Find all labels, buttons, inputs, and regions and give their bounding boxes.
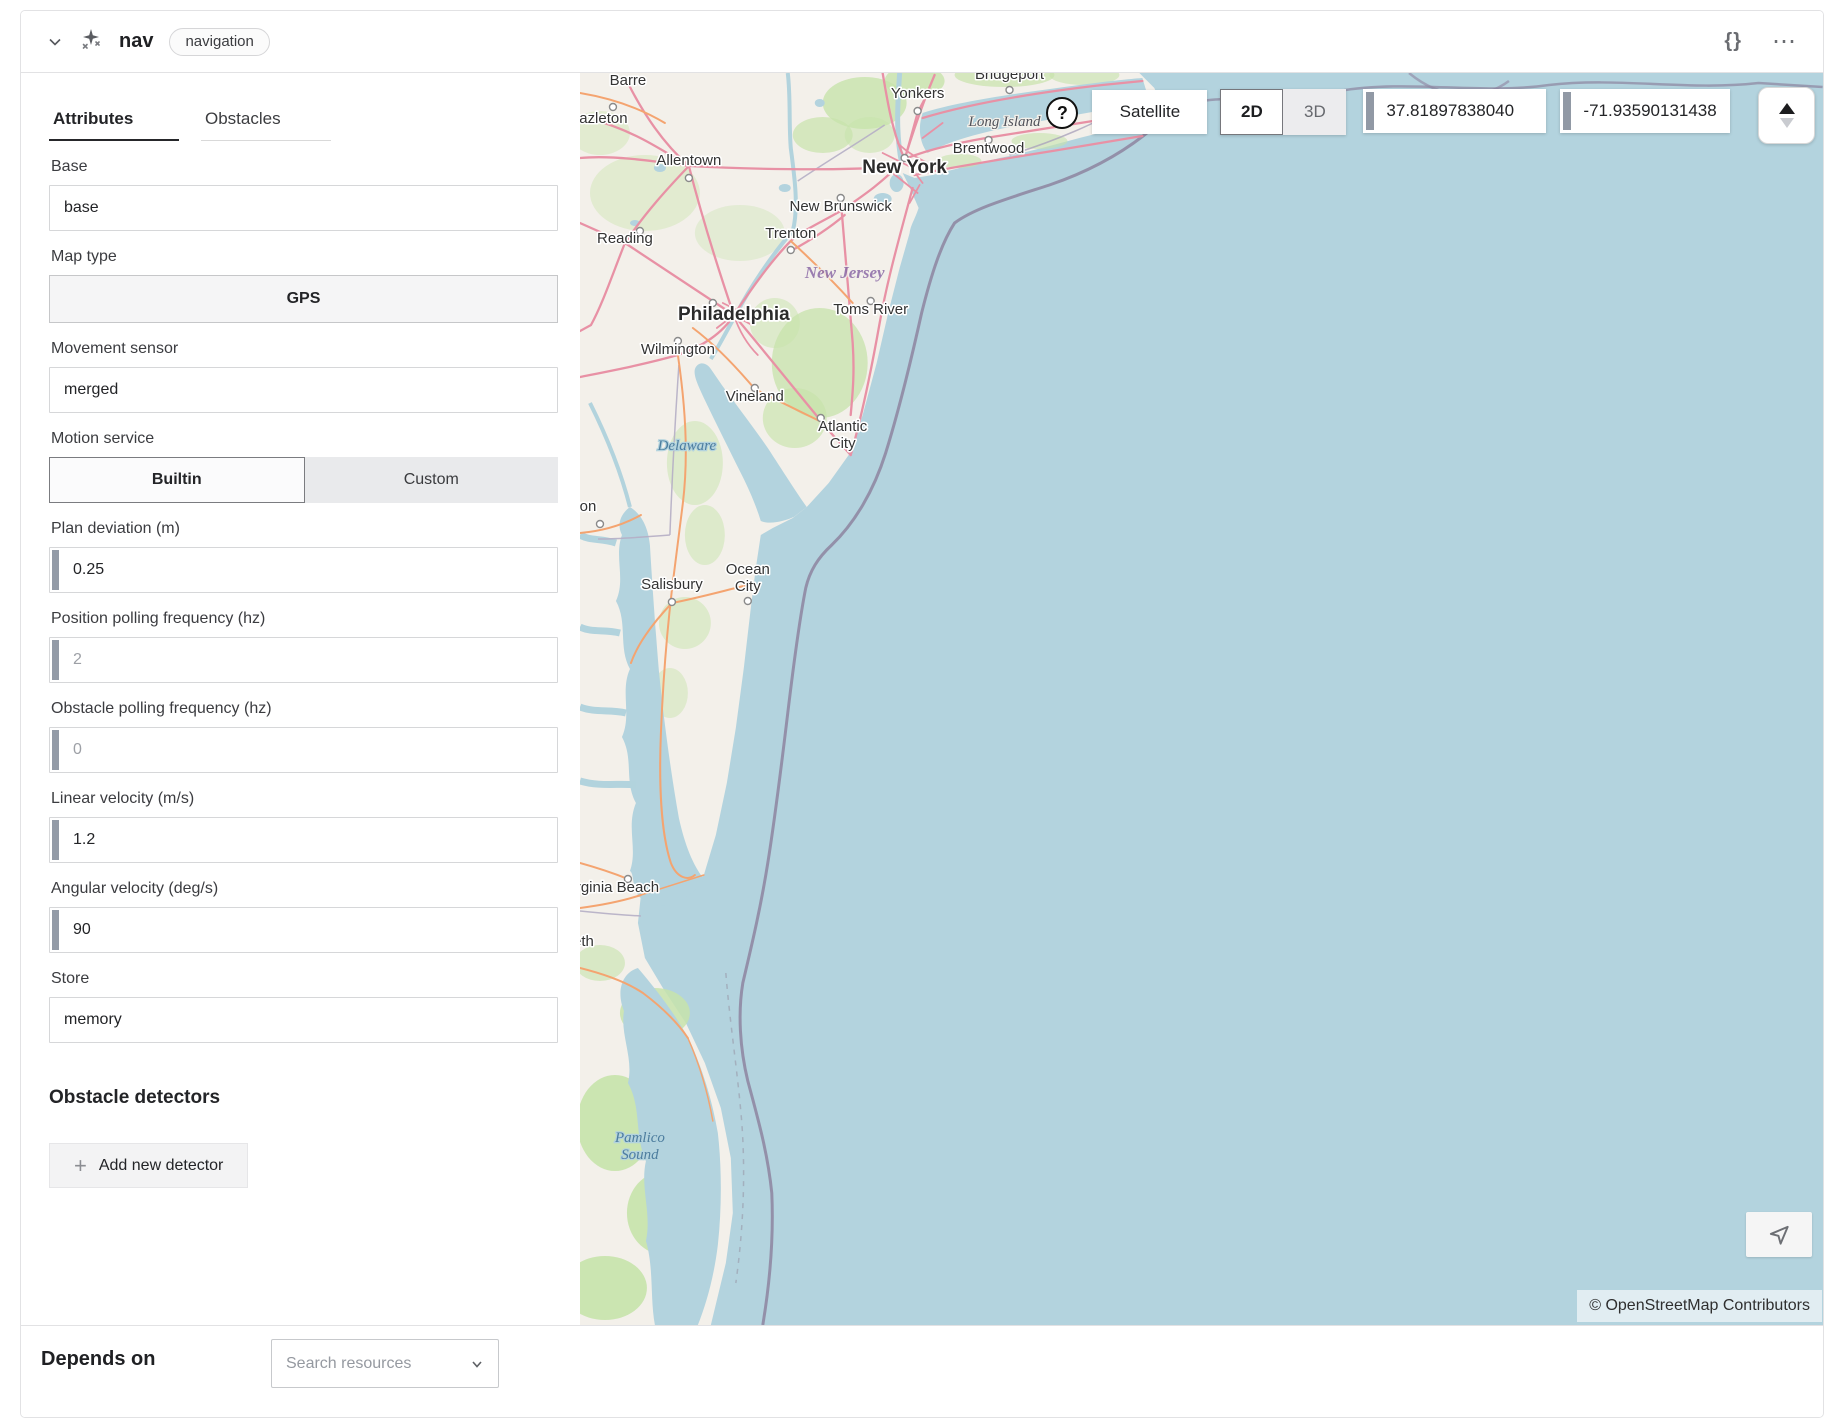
resource-card: nav navigation {} ⋯ Attributes Obstacles… [20,10,1824,1418]
collapse-chevron-icon[interactable] [47,34,63,50]
latitude-input[interactable] [1363,89,1546,133]
add-new-detector-label: Add new detector [99,1157,224,1175]
store-input[interactable] [49,997,558,1043]
zoom-stepper[interactable] [1758,87,1815,144]
field-motion-service: Motion service Builtin Custom [49,430,557,503]
angular-velocity-input[interactable] [49,907,558,953]
resource-card-header: nav navigation {} ⋯ [21,11,1823,73]
movement-sensor-input[interactable] [49,367,558,413]
field-position-polling: Position polling frequency (hz) [49,610,557,683]
svg-text:New Brunswick: New Brunswick [790,198,893,215]
svg-text:Salisbury: Salisbury [642,576,704,593]
resource-name: nav [119,30,153,53]
depends-on-heading: Depends on [41,1348,155,1371]
svg-text:Easton: Easton [580,498,596,515]
motion-service-builtin-button[interactable]: Builtin [49,457,305,503]
svg-text:Toms River: Toms River [834,301,909,318]
svg-text:Virginia Beach: Virginia Beach [580,879,659,896]
plan-deviation-input[interactable] [49,547,558,593]
add-new-detector-button[interactable]: + Add new detector [49,1143,248,1188]
field-obstacle-polling: Obstacle polling frequency (hz) [49,700,557,773]
linear-velocity-input[interactable] [49,817,558,863]
attributes-panel: Attributes Obstacles Base Map type GPS M… [21,73,580,1325]
motion-service-segmented: Builtin Custom [49,457,558,503]
svg-text:New Jersey: New Jersey [804,263,885,282]
satellite-toggle-button[interactable]: Satellite [1092,90,1207,134]
panel-tabs: Attributes Obstacles [49,109,557,141]
navigation-arrow-icon [1766,1222,1792,1248]
depends-on-bar: Depends on Search resources [21,1325,1823,1418]
motion-service-label: Motion service [51,430,557,448]
step-down-icon[interactable] [1780,118,1794,128]
svg-text:Philadelphia: Philadelphia [678,304,790,325]
base-input[interactable] [49,185,558,231]
resource-type-badge: navigation [169,28,269,56]
map-attribution: © OpenStreetMap Contributors [1577,1290,1822,1322]
movement-sensor-label: Movement sensor [51,340,557,358]
map-mode-3d-button[interactable]: 3D [1283,89,1346,135]
svg-text:Bridgeport: Bridgeport [975,73,1045,83]
svg-text:Brentwood: Brentwood [953,140,1025,157]
position-polling-label: Position polling frequency (hz) [51,610,557,628]
locate-button[interactable] [1746,1212,1812,1257]
svg-text:Vineland: Vineland [726,388,784,405]
svg-text:Hazleton: Hazleton [580,110,628,127]
navigation-service-icon [79,27,103,56]
svg-text:Delaware: Delaware [657,438,717,454]
depends-on-select[interactable]: Search resources [271,1339,499,1388]
map-mode-toggle: 2D 3D [1220,89,1346,135]
angular-velocity-label: Angular velocity (deg/s) [51,880,557,898]
position-polling-input[interactable] [49,637,558,683]
plan-deviation-label: Plan deviation (m) [51,520,557,538]
svg-text:PamlicoSound: PamlicoSound [614,1130,665,1163]
longitude-input[interactable] [1560,89,1730,133]
field-linear-velocity: Linear velocity (m/s) [49,790,557,863]
map-type-label: Map type [51,248,557,266]
obstacle-polling-input[interactable] [49,727,558,773]
tab-attributes[interactable]: Attributes [49,109,179,141]
map-canvas[interactable]: BarreHazletonAllentownReadingLancasterPh… [580,73,1823,1325]
svg-text:Wilmington: Wilmington [641,341,715,358]
field-movement-sensor: Movement sensor [49,340,557,413]
longitude-field [1560,89,1730,133]
field-angular-velocity: Angular velocity (deg/s) [49,880,557,953]
obstacle-detectors-heading: Obstacle detectors [49,1087,557,1109]
field-plan-deviation: Plan deviation (m) [49,520,557,593]
field-store: Store [49,970,557,1043]
tab-obstacles[interactable]: Obstacles [201,109,331,141]
svg-text:Allentown: Allentown [657,152,722,169]
latitude-field [1363,89,1546,133]
map-type-gps-button[interactable]: GPS [49,275,558,323]
chevron-down-icon [470,1357,484,1371]
svg-text:New York: New York [863,157,948,178]
store-label: Store [51,970,557,988]
field-base: Base [49,158,557,231]
field-map-type: Map type GPS [49,248,557,323]
linear-velocity-label: Linear velocity (m/s) [51,790,557,808]
json-mode-icon[interactable]: {} [1724,30,1742,53]
svg-text:Long Island: Long Island [968,114,1041,130]
base-label: Base [51,158,557,176]
step-up-icon[interactable] [1779,103,1795,114]
svg-text:Trenton: Trenton [766,225,817,242]
svg-text:Reading: Reading [597,230,653,247]
svg-text:Barre: Barre [610,73,647,89]
svg-text:Yonkers: Yonkers [891,85,945,102]
map-container: BarreHazletonAllentownReadingLancasterPh… [580,73,1823,1325]
search-resources-placeholder: Search resources [286,1355,470,1373]
motion-service-custom-button[interactable]: Custom [305,457,559,503]
obstacle-polling-label: Obstacle polling frequency (hz) [51,700,557,718]
map-mode-2d-button[interactable]: 2D [1220,89,1283,135]
